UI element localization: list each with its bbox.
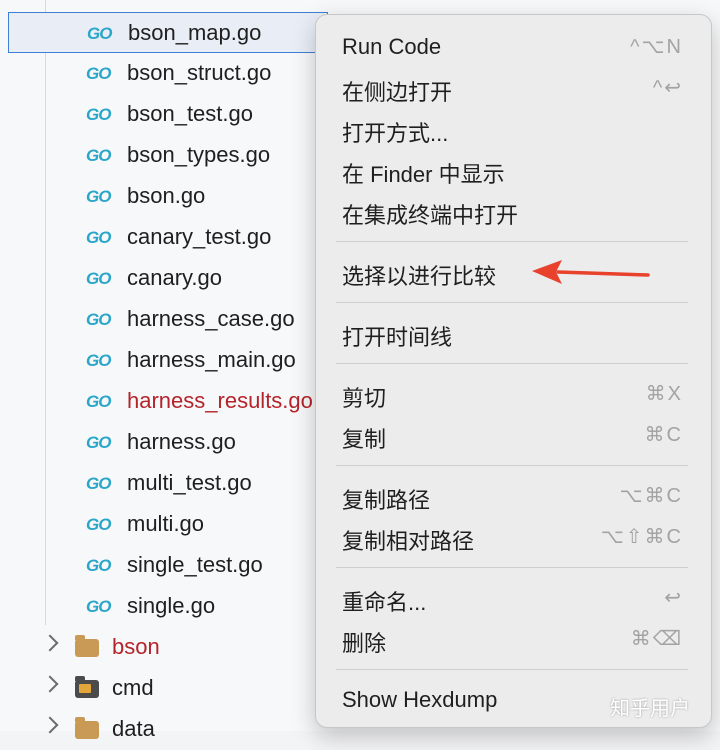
menu-item[interactable]: 打开方式...: [316, 109, 713, 149]
menu-item[interactable]: 重命名... ↩: [316, 578, 713, 618]
go-file-icon: GO: [87, 24, 112, 43]
go-file-icon: GO: [86, 556, 111, 575]
file-row[interactable]: GO bson_map.go: [8, 12, 328, 53]
menu-item-shortcut: ⌘C: [644, 424, 683, 446]
file-name: harness.go: [127, 429, 236, 454]
menu-item-label: 在集成终端中打开: [342, 203, 519, 228]
go-file-icon: GO: [86, 187, 111, 206]
file-name: bson_map.go: [128, 20, 262, 45]
menu-item-shortcut: ^⌥N: [630, 36, 683, 58]
menu-item-label: 删除: [342, 631, 387, 656]
menu-item-label: 选择以进行比较: [342, 264, 497, 289]
menu-item-shortcut: ↩: [664, 587, 683, 609]
menu-separator: [336, 465, 688, 466]
menu-item-label: Show Hexdump: [342, 687, 498, 712]
menu-item[interactable]: 删除 ⌘⌫: [316, 619, 713, 659]
go-file-icon: GO: [86, 269, 111, 288]
go-file-icon: GO: [86, 597, 111, 616]
menu-item[interactable]: 打开时间线: [316, 313, 713, 353]
menu-separator: [336, 363, 688, 364]
folder-name: cmd: [112, 675, 154, 700]
file-name: bson.go: [127, 183, 206, 208]
terminal-folder-icon: [75, 676, 99, 698]
watermark: 知乎用户: [610, 698, 690, 720]
menu-item[interactable]: 复制相对路径 ⌥⇧⌘C: [316, 517, 713, 557]
menu-separator: [336, 567, 688, 568]
go-file-icon: GO: [86, 146, 111, 165]
menu-item-label: 复制相对路径: [342, 529, 475, 554]
go-file-icon: GO: [86, 474, 111, 493]
menu-item-label: 在 Finder 中显示: [342, 162, 505, 187]
file-name: canary_test.go: [127, 224, 272, 249]
red-arrow-icon: [532, 260, 650, 284]
go-file-icon: GO: [86, 351, 111, 370]
file-name: single.go: [127, 593, 216, 618]
menu-item[interactable]: 在集成终端中打开: [316, 191, 713, 231]
chevron-right-icon[interactable]: [41, 634, 59, 652]
go-file-icon: GO: [86, 515, 111, 534]
menu-item-label: Run Code: [342, 34, 442, 59]
folder-icon: [75, 635, 99, 657]
menu-item-label: 重命名...: [342, 590, 427, 615]
file-name: harness_main.go: [127, 347, 296, 372]
menu-item[interactable]: 剪切 ⌘X: [316, 374, 713, 414]
menu-item-shortcut: ⌥⌘C: [619, 485, 683, 507]
menu-separator: [336, 669, 688, 670]
folder-name: bson: [112, 634, 160, 659]
file-name: single_test.go: [127, 552, 263, 577]
menu-separator: [336, 302, 688, 303]
folder-name: data: [112, 716, 155, 741]
go-file-icon: GO: [86, 392, 111, 411]
file-name: canary.go: [127, 265, 222, 290]
go-file-icon: GO: [86, 228, 111, 247]
chevron-right-icon[interactable]: [41, 675, 59, 693]
file-name: bson_types.go: [127, 142, 271, 167]
file-name: bson_struct.go: [127, 60, 272, 85]
context-menu: Run Code ^⌥N 在侧边打开 ^↩ 打开方式... 在 Finder 中显示 在集成…: [315, 14, 712, 728]
menu-item[interactable]: 复制 ⌘C: [316, 415, 713, 455]
file-name: multi_test.go: [127, 470, 252, 495]
file-name: harness_results.go: [127, 388, 313, 413]
menu-item-shortcut: ⌘⌫: [630, 628, 683, 650]
menu-item-label: 打开方式...: [342, 121, 449, 146]
file-name: harness_case.go: [127, 306, 295, 331]
menu-item-shortcut: ⌥⇧⌘C: [600, 526, 683, 548]
menu-item-label: 复制路径: [342, 488, 431, 513]
menu-item-label: 在侧边打开: [342, 80, 453, 105]
menu-item[interactable]: 在 Finder 中显示: [316, 150, 713, 190]
file-name: bson_test.go: [127, 101, 253, 126]
folder-icon: [75, 717, 99, 739]
go-file-icon: GO: [86, 433, 111, 452]
menu-item[interactable]: 复制路径 ⌥⌘C: [316, 476, 713, 516]
file-name: multi.go: [127, 511, 205, 536]
menu-item-shortcut: ⌘X: [645, 383, 683, 405]
menu-item-label: 剪切: [342, 386, 387, 411]
menu-item[interactable]: 在侧边打开 ^↩: [316, 68, 713, 108]
go-file-icon: GO: [86, 310, 111, 329]
menu-separator: [336, 241, 688, 242]
menu-item-shortcut: ^↩: [652, 77, 683, 99]
go-file-icon: GO: [86, 105, 111, 124]
menu-item-label: 打开时间线: [342, 325, 453, 350]
menu-item-label: 复制: [342, 427, 387, 452]
go-file-icon: GO: [86, 64, 111, 83]
menu-item[interactable]: Run Code ^⌥N: [316, 27, 713, 67]
